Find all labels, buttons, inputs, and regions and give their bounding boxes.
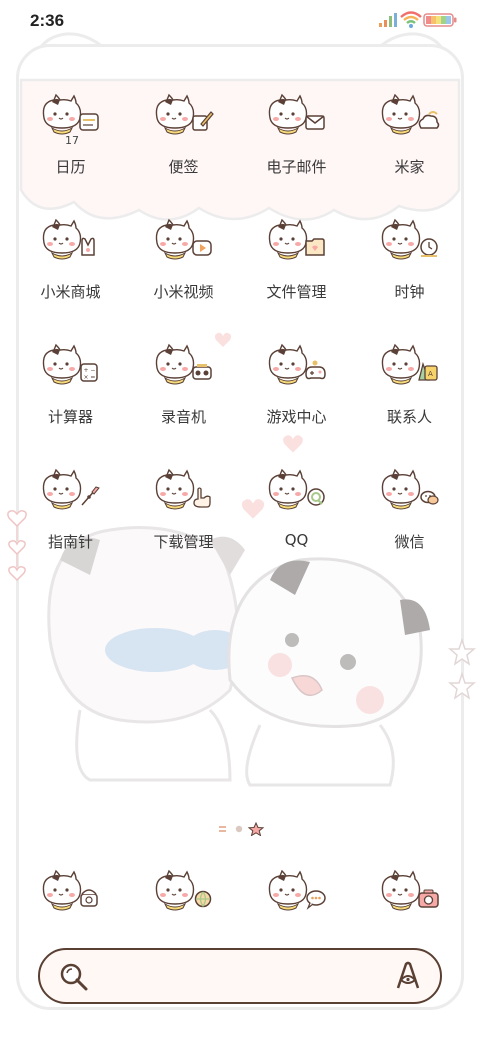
calculator-icon: + −× = — [42, 344, 98, 385]
messages-icon — [268, 870, 326, 911]
search-bar[interactable] — [38, 948, 442, 1004]
app-mi-video[interactable]: 小米视频 — [127, 217, 240, 317]
search-icon — [60, 963, 88, 991]
app-wechat[interactable]: 微信 — [353, 467, 466, 567]
dock-messages[interactable] — [240, 868, 353, 924]
dock-browser[interactable] — [127, 868, 240, 924]
app-label: 下载管理 — [153, 533, 214, 551]
app-clock[interactable]: 时钟 — [353, 217, 466, 317]
app-label: 游戏中心 — [266, 408, 327, 426]
app-label: 计算器 — [47, 408, 93, 426]
app-recorder[interactable]: 录音机 — [127, 342, 240, 442]
app-contacts[interactable]: A 联系人 — [353, 342, 466, 442]
app-game-center[interactable]: 游戏中心 — [240, 342, 353, 442]
svg-text:+ −: + − — [84, 367, 96, 374]
qq-icon — [268, 469, 325, 510]
app-label: 日历 — [55, 158, 86, 176]
signal-icon — [379, 13, 397, 27]
camera-icon — [381, 870, 439, 911]
svg-text:A: A — [428, 370, 433, 378]
phone-icon — [42, 870, 98, 911]
app-label: 微信 — [394, 533, 425, 551]
svg-text:× =: × = — [84, 374, 96, 381]
app-mijia[interactable]: 米家 — [353, 92, 466, 192]
app-calendar[interactable]: 17 日历 — [14, 92, 127, 192]
app-download-manager[interactable]: 下载管理 — [127, 467, 240, 567]
dock-phone[interactable] — [14, 868, 127, 924]
compass-icon — [42, 469, 100, 510]
side-stars-decoration — [448, 638, 476, 700]
app-label: 指南针 — [47, 533, 93, 551]
app-label: 时钟 — [394, 283, 425, 301]
app-label: 文件管理 — [266, 283, 327, 301]
calendar-icon — [42, 94, 99, 135]
app-label: 米家 — [394, 158, 425, 176]
wifi-icon — [400, 11, 422, 28]
app-label: 小米商城 — [40, 283, 101, 301]
battery-icon — [423, 13, 457, 27]
dock-camera[interactable] — [353, 868, 466, 924]
app-qq[interactable]: QQ — [240, 467, 353, 567]
app-label: 联系人 — [386, 408, 432, 426]
page-dot-2 — [235, 825, 243, 833]
page-dot-1b — [219, 830, 226, 832]
app-label: QQ — [284, 531, 309, 549]
app-label: 电子邮件 — [266, 158, 327, 176]
recorder-icon — [155, 344, 212, 385]
game-center-icon — [268, 344, 326, 385]
page-dot-current-star — [247, 822, 265, 836]
page-dot-1 — [219, 826, 226, 828]
app-notes[interactable]: 便签 — [127, 92, 240, 192]
contacts-icon: A — [381, 344, 438, 385]
calendar-date-badge: 17 — [65, 134, 79, 147]
page-indicator — [219, 822, 265, 836]
mijia-icon — [381, 94, 440, 135]
app-label: 小米视频 — [153, 283, 214, 301]
wechat-icon — [381, 469, 439, 510]
notes-icon — [155, 94, 214, 135]
file-manager-icon — [268, 219, 325, 260]
app-compass[interactable]: 指南针 — [14, 467, 127, 567]
clock-icon — [381, 219, 438, 260]
app-mi-store[interactable]: 小米商城 — [14, 217, 127, 317]
mi-store-icon — [42, 219, 95, 260]
mail-icon — [268, 94, 325, 135]
app-calculator[interactable]: + − × = 计算器 — [14, 342, 127, 442]
mi-video-icon — [155, 219, 212, 260]
app-file-manager[interactable]: 文件管理 — [240, 217, 353, 317]
assistant-icon[interactable] — [392, 960, 424, 992]
browser-icon — [155, 870, 212, 911]
download-manager-icon — [155, 469, 211, 510]
app-label: 录音机 — [160, 408, 206, 426]
app-email[interactable]: 电子邮件 — [240, 92, 353, 192]
app-label: 便签 — [168, 158, 199, 176]
